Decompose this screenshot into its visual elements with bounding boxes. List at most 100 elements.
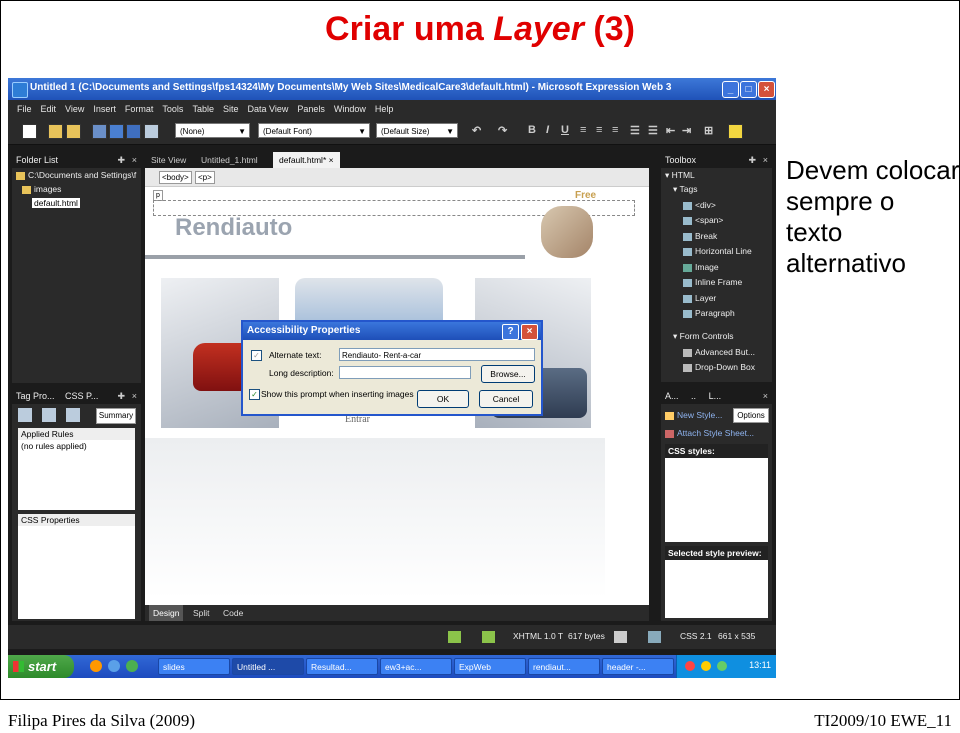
page-size-status[interactable]: 661 x 535: [718, 631, 755, 641]
pin-icon[interactable]: ✚: [117, 152, 125, 168]
app-icon[interactable]: [126, 660, 138, 672]
highlight-icon[interactable]: [728, 124, 743, 139]
summary-button[interactable]: Summary: [96, 408, 136, 424]
css-schema-icon[interactable]: [648, 631, 661, 643]
save-icon[interactable]: [92, 124, 107, 139]
menu-view[interactable]: View: [65, 100, 84, 118]
close-icon[interactable]: ×: [132, 388, 137, 404]
italic-button[interactable]: I: [546, 124, 549, 136]
tab-design[interactable]: Design: [149, 605, 184, 621]
tab-layers[interactable]: L...: [709, 391, 722, 401]
toolbox-item-div[interactable]: <div>: [683, 200, 716, 210]
task-slides[interactable]: slides: [158, 658, 230, 675]
toolbox-item-advanced-button[interactable]: Advanced But...: [683, 347, 755, 357]
align-center-icon[interactable]: ≡: [596, 124, 602, 136]
toolbox-item-paragraph[interactable]: Paragraph: [683, 308, 735, 318]
sort-icon[interactable]: [18, 408, 32, 422]
publish-icon[interactable]: [109, 124, 124, 139]
form-controls-group[interactable]: ▾ Form Controls: [673, 331, 733, 342]
tray-icon[interactable]: [701, 661, 711, 671]
dialog-close-button[interactable]: ×: [521, 324, 538, 340]
help-button[interactable]: ?: [502, 324, 519, 340]
menu-format[interactable]: Format: [125, 100, 154, 118]
visual-aids-icon[interactable]: [448, 631, 461, 643]
file-default-html[interactable]: default.html: [32, 198, 80, 208]
folder-root[interactable]: C:\Documents and Settings\f: [16, 170, 136, 180]
ok-button[interactable]: OK: [417, 390, 469, 408]
free-link[interactable]: Free: [575, 190, 596, 201]
task-expweb[interactable]: ExpWeb: [454, 658, 526, 675]
toolbox-item-hr[interactable]: Horizontal Line: [683, 246, 752, 256]
folder-icon[interactable]: [66, 124, 81, 139]
doctype-status[interactable]: XHTML 1.0 T: [513, 631, 563, 641]
close-icon[interactable]: ×: [132, 152, 137, 168]
tab-css-properties[interactable]: CSS P...: [65, 391, 98, 401]
style-application-icon[interactable]: [482, 631, 495, 643]
alt-text-checkbox[interactable]: ✓: [251, 350, 262, 361]
pin-icon[interactable]: ✚: [748, 152, 756, 168]
menu-help[interactable]: Help: [375, 100, 394, 118]
tab-site-view[interactable]: Site View: [145, 152, 192, 168]
toolbox-item-break[interactable]: Break: [683, 231, 717, 241]
options-button[interactable]: Options: [733, 408, 769, 423]
alt-text-input[interactable]: Rendiauto- Rent-a-car: [339, 348, 535, 361]
long-description-input[interactable]: [339, 366, 471, 379]
tab-apply-styles[interactable]: A...: [665, 391, 679, 401]
indent-icon[interactable]: ⇥: [682, 124, 691, 137]
border-icon[interactable]: ⊞: [704, 124, 713, 137]
new-page-icon[interactable]: [22, 124, 37, 139]
underline-button[interactable]: U: [561, 124, 569, 136]
start-button[interactable]: start: [8, 655, 74, 678]
close-icon[interactable]: ×: [329, 155, 334, 165]
bullet-list-icon[interactable]: ☰: [648, 124, 658, 137]
toolbox-item-dropdown[interactable]: Drop-Down Box: [683, 362, 755, 372]
ie-icon[interactable]: [108, 660, 120, 672]
undo-icon[interactable]: ↶: [472, 124, 481, 137]
menu-edit[interactable]: Edit: [41, 100, 57, 118]
tab-tag-properties[interactable]: Tag Pro...: [16, 391, 55, 401]
menu-panels[interactable]: Panels: [297, 100, 325, 118]
filter-icon[interactable]: [42, 408, 56, 422]
show-prompt-checkbox[interactable]: ✓: [249, 389, 260, 400]
align-right-icon[interactable]: ≡: [612, 124, 618, 136]
css-version-status[interactable]: CSS 2.1: [680, 631, 712, 641]
browser-icon[interactable]: [90, 660, 102, 672]
tab-manage-styles[interactable]: ..: [691, 391, 696, 401]
rule-icon[interactable]: [66, 408, 80, 422]
task-header[interactable]: header -...: [602, 658, 674, 675]
size-select[interactable]: (Default Size) ▼: [376, 123, 458, 138]
tray-icon[interactable]: [685, 661, 695, 671]
browse-button[interactable]: Browse...: [481, 365, 535, 383]
close-icon[interactable]: ×: [763, 388, 768, 404]
folder-images[interactable]: images: [22, 184, 61, 194]
tag-chip-body[interactable]: <body>: [159, 171, 192, 184]
cancel-button[interactable]: Cancel: [479, 390, 533, 408]
menu-window[interactable]: Window: [334, 100, 366, 118]
task-ew3[interactable]: ew3+ac...: [380, 658, 452, 675]
compatibility-icon[interactable]: [614, 631, 627, 643]
sharepoint-icon[interactable]: [126, 124, 141, 139]
task-untitled[interactable]: Untitled ...: [232, 658, 304, 675]
tab-default-html[interactable]: default.html* ×: [273, 152, 340, 168]
tray-icon[interactable]: [717, 661, 727, 671]
font-select[interactable]: (Default Font) ▼: [258, 123, 370, 138]
close-button[interactable]: ×: [758, 81, 775, 98]
tab-split[interactable]: Split: [189, 605, 214, 621]
menu-tools[interactable]: Tools: [162, 100, 183, 118]
outdent-icon[interactable]: ⇤: [666, 124, 675, 137]
open-icon[interactable]: [48, 124, 63, 139]
toolbox-item-layer[interactable]: Layer: [683, 293, 716, 303]
task-resultados[interactable]: Resultad...: [306, 658, 378, 675]
preview-icon[interactable]: [144, 124, 159, 139]
attach-style-sheet-link[interactable]: Attach Style Sheet...: [665, 428, 754, 438]
close-icon[interactable]: ×: [763, 152, 768, 168]
menu-table[interactable]: Table: [192, 100, 214, 118]
html-group[interactable]: ▾ HTML: [665, 170, 695, 181]
redo-icon[interactable]: ↷: [498, 124, 507, 137]
tab-code[interactable]: Code: [219, 605, 247, 621]
toolbox-item-iframe[interactable]: Inline Frame: [683, 277, 742, 287]
tab-untitled[interactable]: Untitled_1.html: [195, 152, 264, 168]
menu-file[interactable]: File: [17, 100, 32, 118]
new-style-link[interactable]: New Style...: [665, 410, 722, 420]
toolbox-item-image[interactable]: Image: [683, 262, 719, 272]
